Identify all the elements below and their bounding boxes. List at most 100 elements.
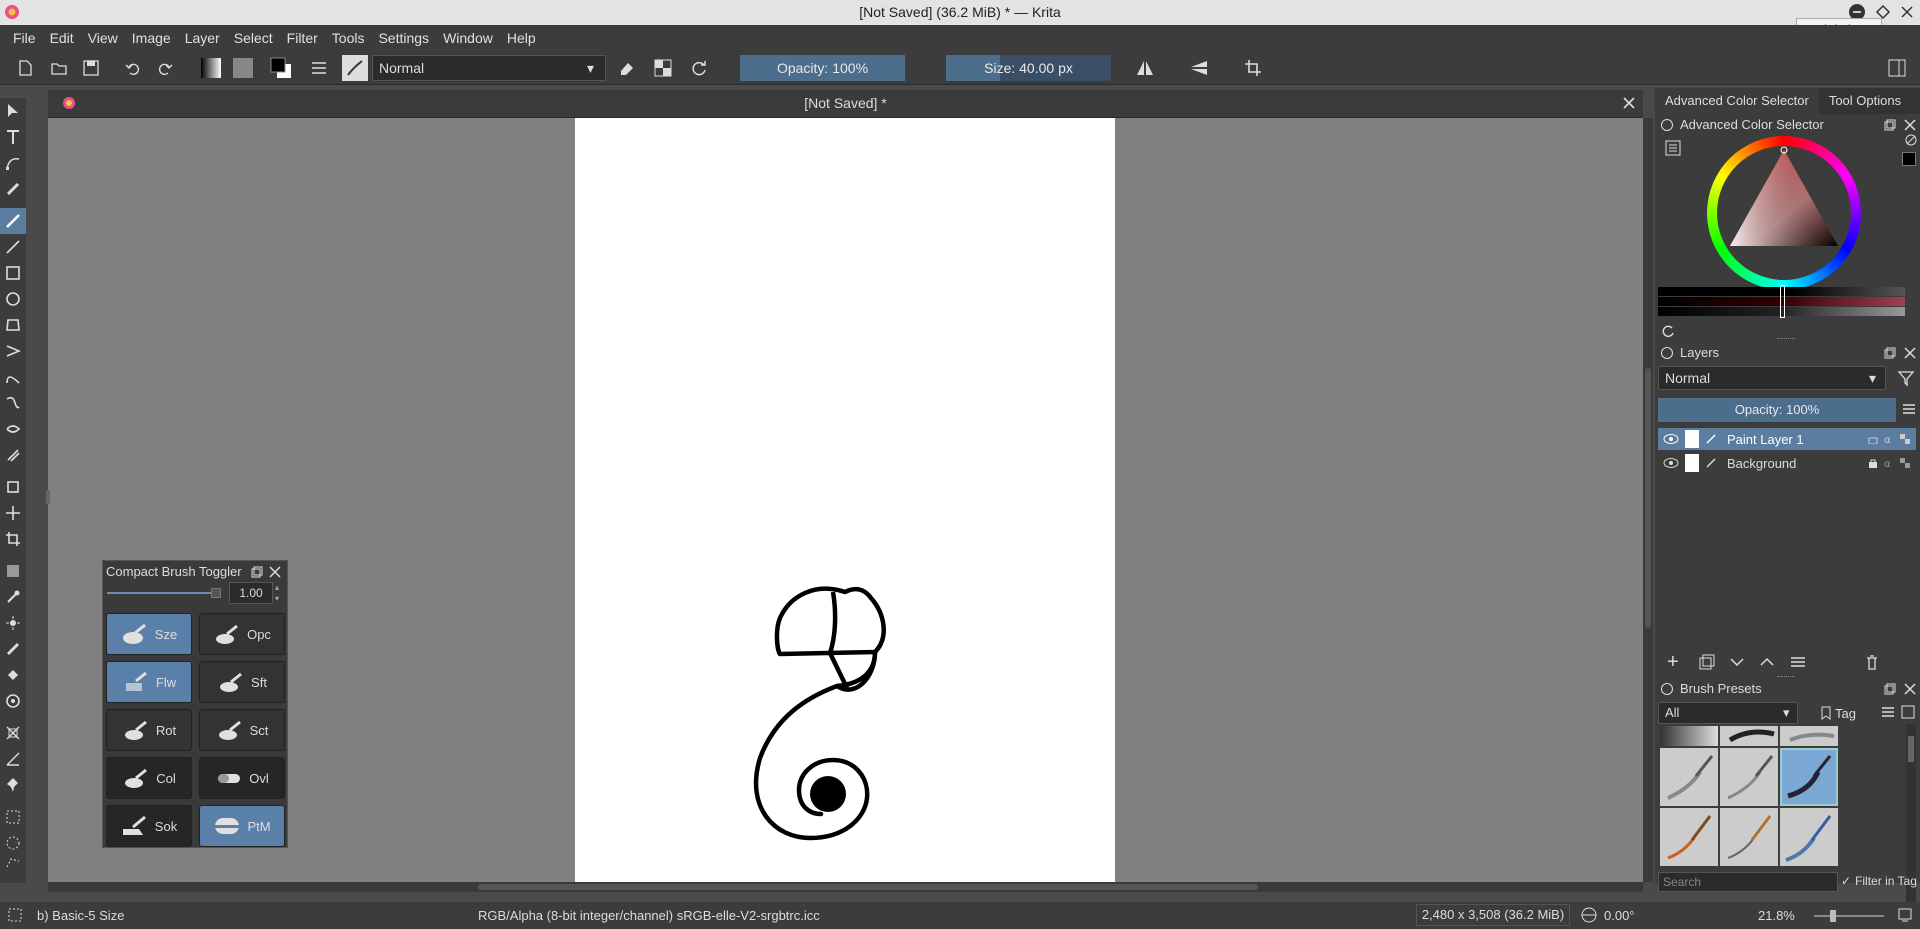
preset-thumbnail[interactable] (1720, 808, 1778, 866)
brush-settings-icon[interactable] (306, 55, 332, 81)
left-dock-splitter[interactable] (46, 490, 50, 504)
menu-file[interactable]: File (6, 25, 43, 52)
preset-view-list-icon[interactable] (1881, 705, 1895, 719)
toggler-slider-handle[interactable] (211, 588, 221, 598)
gradient-icon[interactable] (198, 55, 224, 81)
rotation-icon[interactable] (1580, 907, 1598, 923)
multibrush-tool-icon[interactable] (0, 442, 26, 468)
lock-panel-icon[interactable] (1660, 346, 1674, 360)
toggler-value-input[interactable]: 1.00 (229, 582, 273, 604)
size-slider[interactable]: Size: 40.00 px (946, 55, 1111, 81)
undo-icon[interactable] (120, 55, 146, 81)
vertical-scrollbar[interactable] (1643, 118, 1653, 882)
preset-view-grid-icon[interactable] (1901, 705, 1915, 719)
preset-thumbnail[interactable] (1660, 748, 1718, 806)
new-document-icon[interactable] (12, 55, 38, 81)
horizontal-scrollbar[interactable] (48, 882, 1643, 892)
toggle-flow-button[interactable]: Flw (106, 661, 192, 703)
color-selector-settings-icon[interactable] (1665, 140, 1681, 156)
workspace-icon[interactable] (1884, 55, 1910, 81)
alpha-lock-icon[interactable]: α (1884, 434, 1894, 444)
current-color-swatch[interactable] (1902, 152, 1916, 166)
ellipse-tool-icon[interactable] (0, 286, 26, 312)
inherit-alpha-icon[interactable] (1900, 434, 1910, 444)
pattern-icon[interactable] (230, 55, 256, 81)
preset-thumbnail[interactable] (1780, 808, 1838, 866)
layer-options-icon[interactable] (1901, 401, 1917, 417)
toggle-size-button[interactable]: Sze (106, 613, 192, 655)
tag-button[interactable]: Tag (1821, 702, 1875, 724)
document-canvas[interactable] (575, 118, 1115, 882)
layer-row[interactable]: Background α (1658, 452, 1916, 474)
canvas-only-icon[interactable] (1898, 908, 1912, 922)
shade-slider-handle[interactable] (1780, 285, 1785, 318)
zoom-slider[interactable] (1814, 910, 1884, 922)
lock-layer-icon[interactable] (1868, 458, 1878, 468)
close-window-button[interactable] (1898, 3, 1916, 21)
preset-filter-select[interactable]: All ▾ (1658, 702, 1798, 724)
menu-help[interactable]: Help (500, 25, 543, 52)
transform-tool-icon[interactable] (0, 474, 26, 500)
dynamic-brush-tool-icon[interactable] (0, 416, 26, 442)
float-panel-icon[interactable] (1884, 683, 1896, 695)
fill-tool-icon[interactable] (0, 662, 26, 688)
selection-mode-icon[interactable] (8, 908, 22, 922)
no-color-icon[interactable] (1905, 134, 1917, 146)
menu-view[interactable]: View (81, 25, 125, 52)
rectangle-tool-icon[interactable] (0, 260, 26, 286)
fg-bg-color-icon[interactable] (268, 55, 294, 81)
menu-tools[interactable]: Tools (325, 25, 372, 52)
saturation-value-triangle[interactable] (1707, 136, 1861, 290)
duplicate-layer-icon[interactable] (1699, 654, 1715, 670)
edit-shapes-tool-icon[interactable] (0, 150, 26, 176)
toggle-scatter-button[interactable]: Sct (199, 709, 285, 751)
opacity-slider[interactable]: Opacity: 100% (740, 55, 905, 81)
line-tool-icon[interactable] (0, 234, 26, 260)
menu-window[interactable]: Window (436, 25, 500, 52)
smart-patch-tool-icon[interactable] (0, 610, 26, 636)
tab-tool-options[interactable]: Tool Options (1819, 88, 1911, 114)
visibility-eye-icon[interactable] (1663, 457, 1679, 469)
layer-row[interactable]: Paint Layer 1 α (1658, 428, 1916, 450)
close-document-icon[interactable] (1622, 96, 1636, 110)
save-icon[interactable] (78, 55, 104, 81)
visibility-eye-icon[interactable] (1663, 433, 1679, 445)
move-tool-icon[interactable] (0, 500, 26, 526)
preserve-alpha-icon[interactable] (650, 55, 676, 81)
text-tool-icon[interactable] (0, 124, 26, 150)
panel-splitter[interactable] (1777, 338, 1795, 341)
wrap-around-icon[interactable] (1240, 55, 1266, 81)
add-layer-icon[interactable]: + (1667, 651, 1679, 674)
freehand-brush-tool-icon[interactable] (0, 208, 26, 234)
rectangular-selection-tool-icon[interactable] (0, 804, 26, 830)
layer-name[interactable]: Paint Layer 1 (1727, 432, 1868, 447)
filter-in-tag-checkbox[interactable]: ✓ Filter in Tag (1841, 874, 1917, 888)
preset-thumbnail[interactable] (1660, 726, 1718, 746)
menu-image[interactable]: Image (125, 25, 178, 52)
menu-edit[interactable]: Edit (43, 25, 81, 52)
float-panel-icon[interactable] (1884, 119, 1896, 131)
refresh-colors-icon[interactable] (1661, 324, 1675, 338)
preset-thumbnail[interactable] (1780, 726, 1838, 746)
assistant-tool-icon[interactable] (0, 720, 26, 746)
mirror-vertical-icon[interactable] (1186, 55, 1212, 81)
preset-search-input[interactable]: Search (1658, 872, 1838, 892)
color-picker-tool-icon[interactable] (0, 584, 26, 610)
lock-panel-icon[interactable] (1660, 682, 1674, 696)
layer-blend-mode-select[interactable]: Normal ▾ (1658, 366, 1886, 390)
lock-layer-icon[interactable] (1868, 434, 1878, 444)
open-document-icon[interactable] (46, 55, 72, 81)
document-tab-title[interactable]: [Not Saved] * (48, 95, 1643, 111)
redo-icon[interactable] (152, 55, 178, 81)
polyline-tool-icon[interactable] (0, 338, 26, 364)
enclose-fill-tool-icon[interactable] (0, 688, 26, 714)
toggle-softness-button[interactable]: Sft (199, 661, 285, 703)
preset-thumbnail[interactable] (1720, 748, 1778, 806)
lock-panel-icon[interactable] (1660, 118, 1674, 132)
layer-opacity-slider[interactable]: Opacity: 100% (1658, 398, 1896, 422)
menu-select[interactable]: Select (227, 25, 280, 52)
preset-thumbnail[interactable] (1720, 726, 1778, 746)
layer-properties-icon[interactable] (1789, 654, 1807, 670)
toggle-overlay-button[interactable]: Ovl (199, 757, 285, 799)
alpha-lock-icon[interactable]: α (1884, 458, 1894, 468)
